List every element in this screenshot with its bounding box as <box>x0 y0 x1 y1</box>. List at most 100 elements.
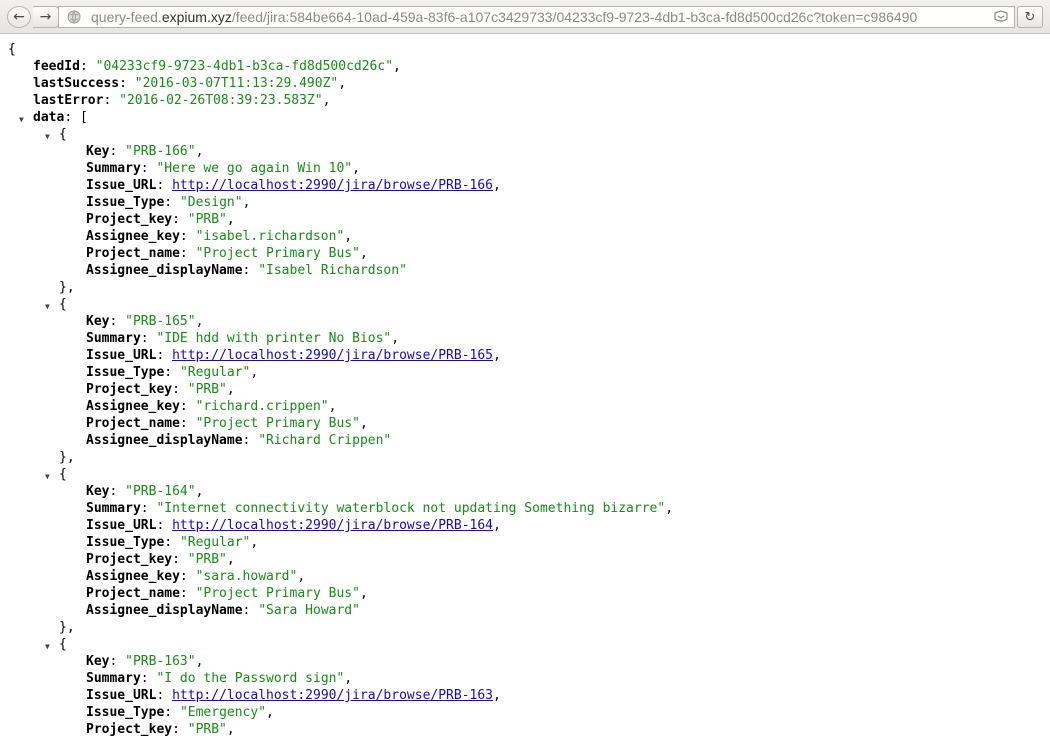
item-field-row: Key: "PRB-166", <box>86 144 204 159</box>
field-key: Key <box>86 484 110 499</box>
back-button[interactable]: ← <box>7 6 31 28</box>
field-key: Assignee_key <box>86 569 180 584</box>
field-key: Issue_Type <box>86 535 165 550</box>
reader-mode-icon[interactable] <box>994 10 1008 24</box>
feedid-row: feedId: "04233cf9-9723-4db1-b3ca-fd8d500… <box>33 59 401 74</box>
item-field-row: Assignee_displayName: "Sara Howard" <box>86 603 360 618</box>
lastsuccess-row: lastSuccess: "2016-03-07T11:13:29.490Z", <box>33 76 347 91</box>
item-field-row: Assignee_key: "richard.crippen", <box>86 399 337 414</box>
field-key: Key <box>86 314 110 329</box>
field-key: Issue_URL <box>86 518 157 533</box>
field-key: Issue_Type <box>86 195 165 210</box>
field-value: "PRB-164" <box>125 484 196 499</box>
field-value: "richard.crippen" <box>195 399 329 414</box>
field-key: Project_name <box>86 586 180 601</box>
forward-button[interactable]: → <box>33 6 59 28</box>
issue-url-link[interactable]: http://localhost:2990/jira/browse/PRB-16… <box>172 178 493 193</box>
collapse-triangle-icon[interactable]: ▼ <box>45 642 55 652</box>
item-open-brace: { <box>59 637 67 652</box>
item-field-row: Project_key: "PRB", <box>86 552 235 567</box>
item-field-row: Summary: "IDE hdd with printer No Bios", <box>86 331 400 346</box>
feedid-value: "04233cf9-9723-4db1-b3ca-fd8d500cd26c" <box>95 59 394 74</box>
item-field-row: Project_name: "Project Primary Bus", <box>86 586 368 601</box>
field-value: "Emergency" <box>179 705 267 720</box>
item-field-row: Project_name: "Project Primary Bus", <box>86 416 368 431</box>
field-value: "PRB" <box>187 552 227 567</box>
item-field-row: Assignee_displayName: "Isabel Richardson… <box>86 263 407 278</box>
lasterror-value: "2016-02-26T08:39:23.583Z" <box>119 93 323 108</box>
lastsuccess-value: "2016-03-07T11:13:29.490Z" <box>134 76 339 91</box>
field-key: Project_key <box>86 722 173 737</box>
field-value: "Design" <box>179 195 243 210</box>
field-value: "PRB-166" <box>125 144 196 159</box>
field-value: "sara.howard" <box>195 569 298 584</box>
field-key: Issue_URL <box>86 178 157 193</box>
field-key: Assignee_displayName <box>86 263 243 278</box>
field-value: "PRB-165" <box>125 314 196 329</box>
collapse-triangle-icon[interactable]: ▼ <box>45 472 55 482</box>
field-key: Assignee_key <box>86 229 180 244</box>
field-key: Assignee_displayName <box>86 603 243 618</box>
field-value: "Project Primary Bus" <box>195 246 360 261</box>
collapse-triangle-icon[interactable]: ▼ <box>19 115 29 125</box>
collapse-triangle-icon[interactable]: ▼ <box>45 302 55 312</box>
forward-arrow-icon: → <box>39 9 52 25</box>
item-field-row: Assignee_key: "sara.howard", <box>86 569 306 584</box>
browser-toolbar: ← → query-feed. expium.xyz/feed/jira:584b… <box>0 0 1050 34</box>
item-field-row: Summary: "Here we go again Win 10", <box>86 161 360 176</box>
back-arrow-icon: ← <box>13 9 25 25</box>
field-value: "PRB-163" <box>125 654 196 669</box>
json-viewer: { feedId: "04233cf9-9723-4db1-b3ca-fd8d5… <box>0 36 1050 744</box>
item-field-row: Project_key: "PRB", <box>86 212 235 227</box>
field-key: Project_key <box>86 382 173 397</box>
item-field-row: Issue_URL: http://localhost:2990/jira/br… <box>86 348 501 363</box>
collapse-triangle-icon[interactable]: ▼ <box>45 132 55 142</box>
field-value: "Regular" <box>179 535 251 550</box>
field-value: "PRB" <box>187 382 227 397</box>
item-field-row: Assignee_key: "isabel.richardson", <box>86 229 353 244</box>
url-prefix: query-feed. <box>91 9 162 25</box>
field-key: Project_key <box>86 552 173 567</box>
field-key: Summary <box>86 161 141 176</box>
item-field-row: Issue_Type: "Regular", <box>86 535 259 550</box>
lasterror-key: lastError <box>33 93 104 108</box>
reload-icon: ↻ <box>1024 9 1036 25</box>
field-key: Project_name <box>86 246 180 261</box>
field-value: "PRB" <box>187 722 227 737</box>
item-close-brace: }, <box>59 450 75 465</box>
field-value: "PRB" <box>187 212 227 227</box>
field-value: "Internet connectivity waterblock not up… <box>156 501 666 516</box>
field-value: "Regular" <box>179 365 251 380</box>
item-field-row: Key: "PRB-165", <box>86 314 204 329</box>
item-field-row: Project_key: "PRB", <box>86 382 235 397</box>
item-field-row: Project_key: "PRB", <box>86 722 235 737</box>
item-open-brace: { <box>59 297 67 312</box>
field-value: "Project Primary Bus" <box>195 416 360 431</box>
field-value: "Project Primary Bus" <box>195 586 360 601</box>
data-row: data: [ <box>33 110 88 125</box>
address-bar[interactable]: query-feed. expium.xyz/feed/jira:584be664… <box>58 6 1015 28</box>
field-key: Project_name <box>86 416 180 431</box>
item-field-row: Assignee_displayName: "Richard Crippen" <box>86 433 392 448</box>
field-key: Key <box>86 654 110 669</box>
reload-button[interactable]: ↻ <box>1017 6 1043 28</box>
field-value: "I do the Password sign" <box>156 671 345 686</box>
item-field-row: Project_name: "Project Primary Bus", <box>86 246 368 261</box>
field-value: "Richard Crippen" <box>258 433 392 448</box>
field-key: Key <box>86 144 110 159</box>
url-host: expium.xyz <box>161 9 232 25</box>
field-key: Issue_URL <box>86 348 157 363</box>
issue-url-link[interactable]: http://localhost:2990/jira/browse/PRB-16… <box>172 518 493 533</box>
field-key: Issue_URL <box>86 688 157 703</box>
feedid-key: feedId <box>33 59 80 74</box>
url-path: /feed/jira:584be664-10ad-459a-83f6-a107c… <box>231 9 918 25</box>
item-open-brace: { <box>59 127 67 142</box>
item-field-row: Summary: "Internet connectivity waterblo… <box>86 501 674 516</box>
field-value: "Isabel Richardson" <box>258 263 407 278</box>
item-field-row: Issue_URL: http://localhost:2990/jira/br… <box>86 688 501 703</box>
field-value: "IDE hdd with printer No Bios" <box>156 331 392 346</box>
field-key: Issue_Type <box>86 705 165 720</box>
issue-url-link[interactable]: http://localhost:2990/jira/browse/PRB-16… <box>172 348 493 363</box>
issue-url-link[interactable]: http://localhost:2990/jira/browse/PRB-16… <box>172 688 493 703</box>
item-field-row: Issue_URL: http://localhost:2990/jira/br… <box>86 518 501 533</box>
